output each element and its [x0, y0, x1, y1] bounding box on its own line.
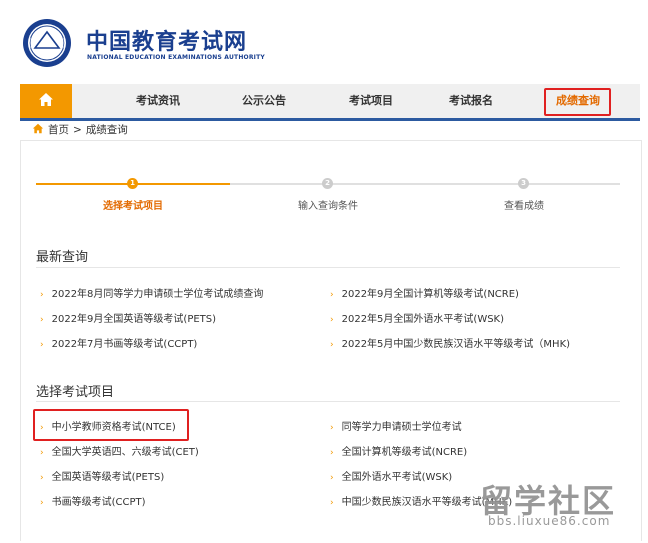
exam-link-label: 全国计算机等级考试(NCRE) — [341, 447, 468, 458]
step-3-dot: 3 — [518, 178, 529, 189]
latest-link[interactable]: › 2022年5月中国少数民族汉语水平等级考试（MHK) — [330, 335, 570, 350]
chevron-right-icon: › — [330, 448, 334, 458]
chevron-right-icon: › — [40, 448, 44, 458]
step-3-label: 查看成绩 — [504, 201, 544, 212]
chevron-right-icon: › — [40, 473, 44, 483]
home-icon — [32, 123, 44, 137]
watermark-sub: bbs.liuxue86.com — [488, 514, 611, 528]
latest-link-label: 2022年5月全国外语水平考试(WSK) — [341, 314, 505, 325]
ntce-highlight — [33, 409, 189, 441]
exam-link[interactable]: › 全国计算机等级考试(NCRE) — [330, 443, 467, 458]
watermark: 留学社区 bbs.liuxue86.com — [472, 472, 642, 534]
latest-link[interactable]: › 2022年9月全国英语等级考试(PETS) — [40, 310, 216, 325]
chevron-right-icon: › — [330, 473, 334, 483]
exam-link[interactable]: › 全国大学英语四、六级考试(CET) — [40, 443, 199, 458]
step-1-dot: 1 — [127, 178, 138, 189]
latest-link[interactable]: › 2022年5月全国外语水平考试(WSK) — [330, 310, 504, 325]
latest-section-title: 最新查询 — [36, 250, 89, 265]
site-subtitle: NATIONAL EDUCATION EXAMINATIONS AUTHORIT… — [87, 54, 265, 61]
exam-link-label: 书画等级考试(CCPT) — [51, 497, 146, 508]
choose-section-title: 选择考试项目 — [36, 385, 115, 400]
chevron-right-icon: › — [40, 315, 44, 325]
latest-link[interactable]: › 2022年9月全国计算机等级考试(NCRE) — [330, 285, 519, 300]
breadcrumb: 首页 > 成绩查询 — [32, 122, 128, 137]
breadcrumb-current: 成绩查询 — [85, 124, 128, 136]
nav-item-registration[interactable]: 考试报名 — [449, 84, 493, 118]
latest-link-label: 2022年5月中国少数民族汉语水平等级考试（MHK) — [341, 339, 571, 350]
latest-section-divider — [36, 267, 620, 268]
step-2-label: 输入查询条件 — [298, 201, 358, 212]
site-header: 中国教育考试网 NATIONAL EDUCATION EXAMINATIONS … — [0, 0, 648, 82]
chevron-right-icon: › — [330, 340, 334, 350]
chevron-right-icon: › — [40, 498, 44, 508]
latest-link-label: 2022年9月全国英语等级考试(PETS) — [51, 314, 217, 325]
main-nav: 考试资讯 公示公告 考试项目 考试报名 成绩查询 — [20, 84, 640, 121]
nav-item-news[interactable]: 考试资讯 — [136, 84, 180, 118]
chevron-right-icon: › — [330, 315, 334, 325]
breadcrumb-separator: > — [73, 123, 82, 136]
score-query-highlight — [544, 88, 611, 116]
chevron-right-icon: › — [330, 423, 334, 433]
exam-link-label: 全国英语等级考试(PETS) — [51, 472, 165, 483]
exam-link[interactable]: › 全国英语等级考试(PETS) — [40, 468, 164, 483]
neea-logo[interactable] — [22, 18, 72, 68]
nav-item-announcements[interactable]: 公示公告 — [242, 84, 286, 118]
exam-link[interactable]: › 书画等级考试(CCPT) — [40, 493, 146, 508]
site-title[interactable]: 中国教育考试网 — [86, 24, 247, 56]
home-icon — [38, 92, 54, 111]
chevron-right-icon: › — [330, 290, 334, 300]
step-2-dot: 2 — [322, 178, 333, 189]
exam-link-label: 全国大学英语四、六级考试(CET) — [51, 447, 199, 458]
breadcrumb-home[interactable]: 首页 — [48, 122, 69, 137]
latest-link-label: 2022年7月书画等级考试(CCPT) — [51, 339, 198, 350]
choose-section-divider — [36, 401, 620, 402]
exam-link[interactable]: › 同等学力申请硕士学位考试 — [330, 418, 462, 433]
nav-home-button[interactable] — [20, 84, 72, 118]
latest-link[interactable]: › 2022年7月书画等级考试(CCPT) — [40, 335, 197, 350]
exam-link[interactable]: › 全国外语水平考试(WSK) — [330, 468, 452, 483]
nav-item-exams[interactable]: 考试项目 — [349, 84, 393, 118]
chevron-right-icon: › — [330, 498, 334, 508]
exam-link-label: 同等学力申请硕士学位考试 — [341, 422, 462, 433]
latest-link-label: 2022年9月全国计算机等级考试(NCRE) — [341, 289, 519, 300]
exam-link-label: 全国外语水平考试(WSK) — [341, 472, 453, 483]
step-line-inactive — [230, 183, 620, 185]
step-1-label: 选择考试项目 — [103, 201, 163, 212]
latest-link-label: 2022年8月同等学力申请硕士学位考试成绩查询 — [51, 289, 264, 300]
chevron-right-icon: › — [40, 290, 44, 300]
latest-link[interactable]: › 2022年8月同等学力申请硕士学位考试成绩查询 — [40, 285, 263, 300]
chevron-right-icon: › — [40, 340, 44, 350]
